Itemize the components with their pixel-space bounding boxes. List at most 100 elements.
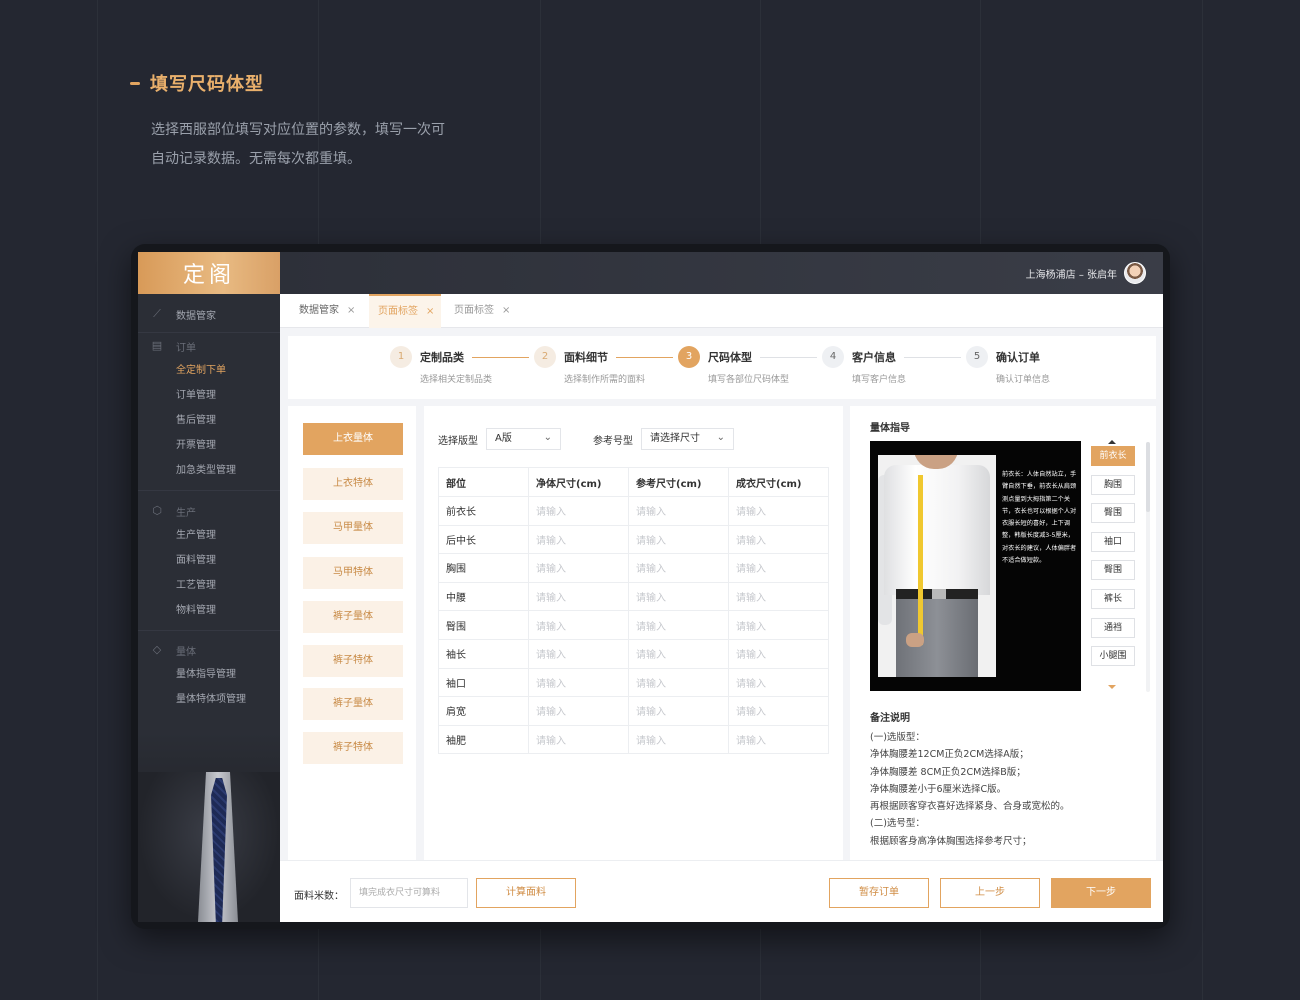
measurement-input[interactable]: 请输入 [628,610,729,640]
part-button-cuff[interactable]: 袖口 [1091,531,1135,552]
measurement-input[interactable]: 请输入 [728,581,829,612]
close-icon[interactable]: × [347,305,355,316]
previous-step-button[interactable]: 上一步 [940,878,1040,908]
measurement-input[interactable]: 请输入 [728,724,829,755]
sidebar-item-special-body[interactable]: 量体特体项管理 [138,687,280,712]
chart-icon: ⟋ [153,307,161,320]
step-number: 3 [678,346,700,368]
step-title: 面料细节 [564,351,608,364]
top-bar: 上海杨浦店 – 张启年 [280,252,1163,294]
sidebar-group-title[interactable]: ◇ 量体 [138,638,280,662]
measurement-input[interactable]: 请输入 [728,696,829,726]
step-number: 2 [534,346,556,368]
part-button-calf[interactable]: 小腿围 [1091,646,1135,667]
notes-title: 备注说明 [870,713,910,724]
measurement-input[interactable]: 请输入 [528,610,629,640]
sidebar-item-data-manager[interactable]: ⟋ 数据管家 [138,302,280,326]
close-icon[interactable]: × [502,305,510,316]
avatar[interactable] [1124,262,1146,284]
category-button-vest-measure[interactable]: 马甲量体 [303,512,403,544]
sidebar-item-invoice[interactable]: 开票管理 [138,433,280,458]
sidebar-item-material-management[interactable]: 物料管理 [138,598,280,623]
step-subtitle: 确认订单信息 [996,375,1051,385]
close-icon[interactable]: × [426,306,434,317]
sidebar-item-fabric-management[interactable]: 面料管理 [138,548,280,573]
sidebar-group-title[interactable]: ▤ 订单 [138,334,280,358]
guide-scrollbar[interactable] [1146,442,1150,692]
sidebar-item-order-management[interactable]: 订单管理 [138,383,280,408]
measurement-input[interactable]: 请输入 [728,524,829,555]
category-button-pants-measure[interactable]: 裤子量体 [303,601,403,633]
next-step-button[interactable]: 下一步 [1051,878,1151,908]
scroll-down-icon[interactable] [1108,685,1116,689]
part-button-pants-length[interactable]: 裤长 [1091,588,1135,609]
category-button-jacket-measure[interactable]: 上衣量体 [303,423,403,455]
measurement-input[interactable]: 请输入 [728,638,829,669]
version-select[interactable]: A版 ⌄ [486,428,561,450]
measurement-input[interactable]: 请输入 [528,524,629,555]
body-part-cell: 臀围 [438,610,529,640]
sidebar-group-title[interactable]: ⬡ 生产 [138,499,280,523]
measurement-input[interactable]: 请输入 [628,581,729,612]
measurement-input[interactable]: 请输入 [628,724,729,755]
step-subtitle: 选择制作所需的面料 [564,375,646,385]
category-button-vest-special[interactable]: 马甲特体 [303,557,403,589]
sidebar-item-after-sales[interactable]: 售后管理 [138,408,280,433]
sidebar-item-production-management[interactable]: 生产管理 [138,523,280,548]
scroll-up-icon[interactable] [1108,440,1116,444]
measurement-input[interactable]: 请输入 [728,496,829,526]
measurement-input[interactable]: 请输入 [528,724,629,755]
measurement-input[interactable]: 请输入 [728,553,829,583]
category-button-pants-special-2[interactable]: 裤子特体 [303,732,403,764]
tab-page-label-active[interactable]: 页面标签 × [369,294,441,328]
measurement-input[interactable]: 请输入 [628,496,729,526]
category-button-pants-special[interactable]: 裤子特体 [303,645,403,677]
measurement-input[interactable]: 请输入 [528,553,629,583]
category-button-pants-measure-2[interactable]: 裤子量体 [303,688,403,720]
tab-page-label[interactable]: 页面标签 × [444,294,524,328]
measurement-input[interactable]: 请输入 [628,696,729,726]
part-button-chest[interactable]: 胸围 [1091,474,1135,495]
measurement-input[interactable]: 请输入 [528,696,629,726]
tab-data-manager[interactable]: 数据管家 × [280,294,368,328]
category-panel: 上衣量体 上衣特体 马甲量体 马甲特体 裤子量体 裤子特体 裤子量体 裤子特体 [288,406,416,860]
step-title: 客户信息 [852,351,896,364]
measurement-input[interactable]: 请输入 [728,610,829,640]
guide-title: 量体指导 [870,423,910,434]
measurement-input[interactable]: 请输入 [628,524,729,555]
heading-dash [130,81,140,85]
calculate-fabric-button[interactable]: 计算面料 [476,878,576,908]
save-draft-button[interactable]: 暂存订单 [829,878,929,908]
measurement-input[interactable]: 请输入 [528,638,629,669]
tag-icon: ◇ [152,643,162,656]
size-label: 参考号型 [593,435,633,447]
device-frame: 定阁 ⟋ 数据管家 ▤ 订单 全定制下单 订单管理 售后管理 开票管理 加急类型… [131,244,1170,929]
measurement-input[interactable]: 请输入 [628,553,729,583]
sidebar-item-rush-type[interactable]: 加急类型管理 [138,458,280,483]
measurement-input[interactable]: 请输入 [628,638,729,669]
measurement-input[interactable]: 请输入 [528,581,629,612]
part-button-hip[interactable]: 臀围 [1091,503,1135,524]
part-button-hip-2[interactable]: 臀围 [1091,560,1135,581]
part-button-front-length[interactable]: 前衣长 [1091,446,1135,466]
sidebar-item-measure-guide[interactable]: 量体指导管理 [138,662,280,687]
tab-bar: 数据管家 × 页面标签 × 页面标签 × [280,294,1163,328]
measurement-input[interactable]: 请输入 [628,667,729,698]
size-select[interactable]: 请选择尺寸 ⌄ [641,428,734,450]
measurement-input[interactable]: 请输入 [528,667,629,698]
category-button-jacket-special[interactable]: 上衣特体 [303,468,403,500]
fabric-amount-input[interactable]: 填完成衣尺寸可算料 [350,878,468,908]
section-heading: 填写尺码体型 [130,70,264,96]
sidebar-item-full-custom-order[interactable]: 全定制下单 [138,358,280,383]
step-number: 5 [966,346,988,368]
sidebar-item-craft-management[interactable]: 工艺管理 [138,573,280,598]
body-part-cell: 肩宽 [438,696,529,726]
app-logo: 定阁 [138,252,280,294]
measurement-input[interactable]: 请输入 [728,667,829,698]
part-button-crotch[interactable]: 通裆 [1091,617,1135,638]
fabric-label: 面料米数： [294,891,344,902]
measurement-input[interactable]: 请输入 [528,496,629,526]
step-subtitle: 选择相关定制品类 [420,375,493,385]
table-row: 中腰 请输入 请输入 请输入 [438,581,829,612]
table-row: 后中长 请输入 请输入 请输入 [438,524,829,555]
